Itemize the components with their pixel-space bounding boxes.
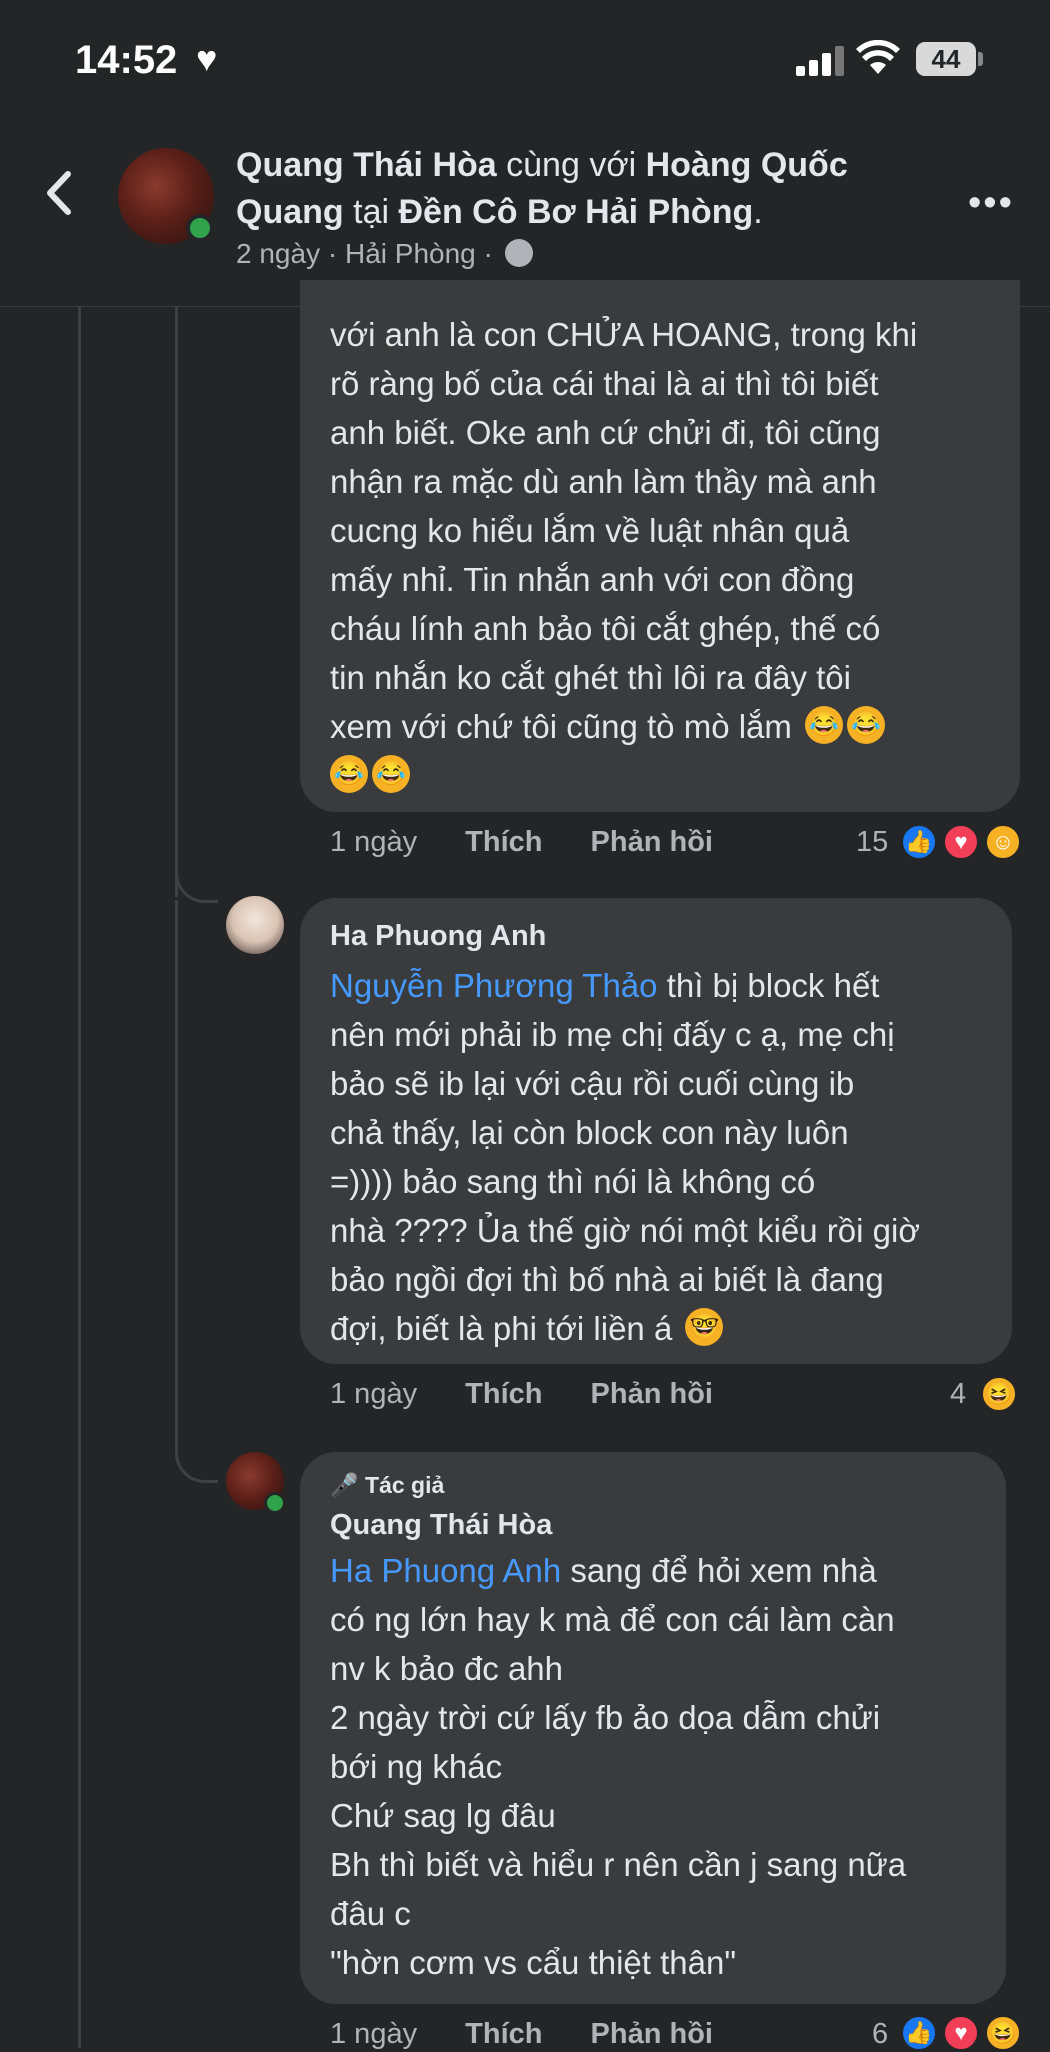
globe-icon (504, 238, 533, 267)
comment-text: Ha Phuong Anh sang để hỏi xem nhà có ng … (330, 1552, 907, 1981)
rofl-emoji-icon: 😂 (372, 755, 410, 794)
comment-bubble: 🎤 Tác giả Quang Thái Hòa Ha Phuong Anh s… (300, 1452, 1006, 2004)
haha-reaction-icon: 😆 (980, 1375, 1018, 1413)
love-reaction-icon: ♥ (942, 823, 980, 861)
heart-icon: ♥ (196, 38, 218, 79)
microphone-icon: 🎤 (330, 1472, 359, 1498)
comment-text: với anh là con CHỬA HOANG, trong khi rõ … (330, 310, 990, 800)
chevron-left-icon[interactable] (40, 168, 80, 218)
like-reaction-icon: 👍 (900, 823, 938, 861)
like-button[interactable]: Thích (465, 826, 542, 858)
post-title: Quang Thái Hòa cùng với Hoàng Quốc Quang… (236, 146, 848, 231)
battery-indicator: 44 (916, 42, 976, 76)
thread-line (175, 307, 178, 897)
reply-button[interactable]: Phản hồi (591, 2018, 713, 2050)
author-name[interactable]: Quang Thái Hòa (236, 146, 497, 184)
comment-text: Nguyễn Phương Thảo thì bị block hết nên … (330, 967, 920, 1347)
rofl-emoji-icon: 😂 (330, 755, 368, 794)
reply-button[interactable]: Phản hồi (591, 826, 713, 858)
rofl-emoji-icon: 😂 (805, 706, 844, 745)
like-reaction-icon: 👍 (900, 2014, 938, 2052)
rofl-emoji-icon: 😂 (847, 706, 886, 745)
comment-actions: 1 ngày Thích Phản hồi (330, 1378, 753, 1411)
like-button[interactable]: Thích (465, 2018, 542, 2050)
post-time[interactable]: 2 ngày (236, 238, 320, 269)
post-header: Quang Thái Hòa cùng với Hoàng Quốc Quang… (0, 118, 1050, 307)
reply-button[interactable]: Phản hồi (591, 1378, 713, 1410)
thread-connector (175, 1440, 218, 1483)
more-horizontal-icon[interactable]: ••• (968, 182, 1014, 225)
status-bar: 14:52 ♥ 44 (0, 0, 1050, 118)
comment-bubble: với anh là con CHỬA HOANG, trong khi rõ … (300, 280, 1020, 812)
commenter-name[interactable]: Quang Thái Hòa (330, 1509, 976, 1542)
comment-actions: 1 ngày Thích Phản hồi (330, 826, 753, 859)
commenter-avatar[interactable] (226, 896, 284, 954)
post-location: Hải Phòng (344, 238, 476, 269)
reaction-count[interactable]: 15 (856, 826, 888, 859)
reaction-count[interactable]: 6 (872, 2018, 888, 2051)
thread-connector (175, 860, 218, 903)
nerd-emoji-icon: 🤓 (685, 1308, 724, 1347)
status-time: 14:52 (75, 38, 178, 82)
comment-actions: 1 ngày Thích Phản hồi (330, 2018, 753, 2051)
like-button[interactable]: Thích (465, 1378, 542, 1410)
cellular-signal-icon (796, 44, 844, 76)
author-badge: 🎤 Tác giả (330, 1472, 445, 1498)
online-status-dot (186, 214, 214, 242)
thread-line (175, 900, 178, 1440)
thread-line (78, 307, 81, 2048)
comment-time[interactable]: 1 ngày (330, 826, 417, 858)
online-status-dot (264, 1492, 286, 1514)
care-reaction-icon: ☺ (984, 823, 1022, 861)
battery-tip (978, 52, 983, 66)
commenter-name[interactable]: Ha Phuong Anh (330, 920, 982, 953)
wifi-icon (856, 40, 900, 74)
place-name[interactable]: Đền Cô Bơ Hải Phòng (399, 193, 754, 231)
comment-time[interactable]: 1 ngày (330, 2018, 417, 2050)
post-meta: 2 ngày · Hải Phòng · (236, 238, 533, 270)
comment-bubble: Ha Phuong Anh Nguyễn Phương Thảo thì bị … (300, 898, 1012, 1364)
mention-link[interactable]: Nguyễn Phương Thảo (330, 967, 658, 1004)
haha-reaction-icon: 😆 (984, 2014, 1022, 2052)
mention-link[interactable]: Ha Phuong Anh (330, 1552, 561, 1589)
reaction-count[interactable]: 4 (950, 1378, 966, 1411)
love-reaction-icon: ♥ (942, 2014, 980, 2052)
comment-time[interactable]: 1 ngày (330, 1378, 417, 1410)
